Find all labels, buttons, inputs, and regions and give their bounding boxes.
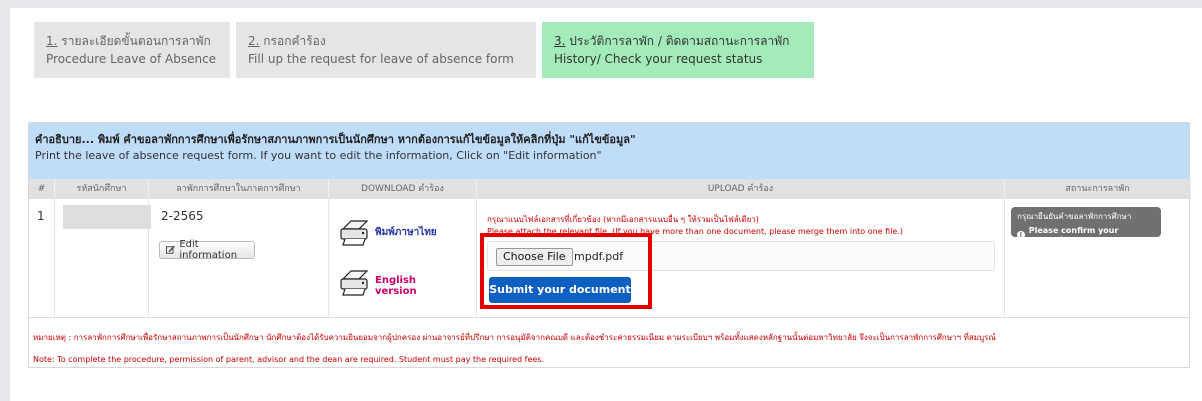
student-id-redacted <box>63 205 151 229</box>
column-header-status: สถานะการลาพัก <box>1005 179 1191 199</box>
note-english: Note: To complete the procedure, permiss… <box>33 355 544 364</box>
table-header: # รหัสนักศึกษา ลาพักการศึกษาในภาคการศึกษ… <box>29 179 1191 199</box>
tab-number: 3. <box>554 34 566 48</box>
tab-subtitle: Procedure Leave of Absence <box>46 52 217 66</box>
download-thai-label: พิมพ์ภาษาไทย <box>375 227 437 238</box>
tab-title: รายละเอียดขั้นตอนการลาพัก <box>61 34 211 48</box>
download-english-label: English version <box>375 275 417 297</box>
tab-fill-form[interactable]: 2. กรอกคำร้อง Fill up the request for le… <box>236 22 536 78</box>
description-english: Print the leave of absence request form.… <box>35 149 602 162</box>
upload-instruction-thai: กรุณาแนบไฟล์เอกสารที่เกี่ยวข้อง (หากมีเอ… <box>487 215 759 224</box>
request-panel: คำอธิบาย... พิมพ์ คำขอลาพักการศึกษาเพื่อ… <box>28 122 1191 368</box>
status-line-english: Please confirm your request. <box>1028 226 1119 244</box>
cell-status: กรุณายืนยันคำขอลาพักการศึกษา ! Please co… <box>1005 199 1191 318</box>
status-line-english-row: ! Please confirm your request. <box>1017 226 1155 244</box>
tab-number: 1. <box>46 34 58 48</box>
tab-history-status[interactable]: 3. ประวัติการลาพัก / ติดตามสถานะการลาพัก… <box>542 22 814 78</box>
edit-information-button[interactable]: Edit information <box>159 239 255 261</box>
column-header-number: # <box>29 179 55 199</box>
download-thai-link[interactable]: พิมพ์ภาษาไทย <box>337 215 445 247</box>
printer-icon <box>340 220 369 246</box>
edit-button-label: Edit information <box>179 239 238 261</box>
highlight-box <box>480 233 652 309</box>
cell-number: 1 <box>29 199 55 318</box>
edit-icon <box>166 245 175 254</box>
tab-number: 2. <box>248 34 260 48</box>
printer-icon <box>340 270 369 296</box>
row-number: 1 <box>37 209 45 223</box>
status-badge[interactable]: กรุณายืนยันคำขอลาพักการศึกษา ! Please co… <box>1011 207 1161 244</box>
info-icon: ! <box>1017 231 1025 239</box>
cell-student-id <box>55 199 151 318</box>
column-header-download: DOWNLOAD คำร้อง <box>329 179 477 199</box>
term-value: 2-2565 <box>161 209 204 223</box>
cell-term: 2-2565 Edit information <box>149 199 329 318</box>
cell-upload: กรุณาแนบไฟล์เอกสารที่เกี่ยวข้อง (หากมีเอ… <box>477 199 1005 318</box>
table-row: 1 2-2565 Edit information พิมพ์ภาษาไทย E… <box>29 199 1189 318</box>
tab-subtitle: History/ Check your request status <box>554 52 763 66</box>
main-card: 1. รายละเอียดขั้นตอนการลาพัก Procedure L… <box>10 8 1202 401</box>
tab-title: กรอกคำร้อง <box>263 34 326 48</box>
page-background: 1. รายละเอียดขั้นตอนการลาพัก Procedure L… <box>0 0 1202 401</box>
description-thai: คำอธิบาย... พิมพ์ คำขอลาพักการศึกษาเพื่อ… <box>35 133 636 146</box>
column-header-student-id: รหัสนักศึกษา <box>55 179 149 199</box>
download-english-link[interactable]: English version <box>337 265 445 297</box>
status-line-thai: กรุณายืนยันคำขอลาพักการศึกษา <box>1017 212 1132 221</box>
column-header-term: ลาพักการศึกษาในภาคการศึกษา <box>149 179 329 199</box>
description-banner: คำอธิบาย... พิมพ์ คำขอลาพักการศึกษาเพื่อ… <box>29 123 1189 179</box>
tab-title: ประวัติการลาพัก / ติดตามสถานะการลาพัก <box>569 34 790 48</box>
column-header-upload: UPLOAD คำร้อง <box>477 179 1005 199</box>
cell-download: พิมพ์ภาษาไทย English version <box>329 199 477 318</box>
note-thai: หมายเหตุ : การลาพักการศึกษาเพื่อรักษาสถา… <box>33 333 996 342</box>
tab-subtitle: Fill up the request for leave of absence… <box>248 52 514 66</box>
tab-procedure[interactable]: 1. รายละเอียดขั้นตอนการลาพัก Procedure L… <box>34 22 230 78</box>
